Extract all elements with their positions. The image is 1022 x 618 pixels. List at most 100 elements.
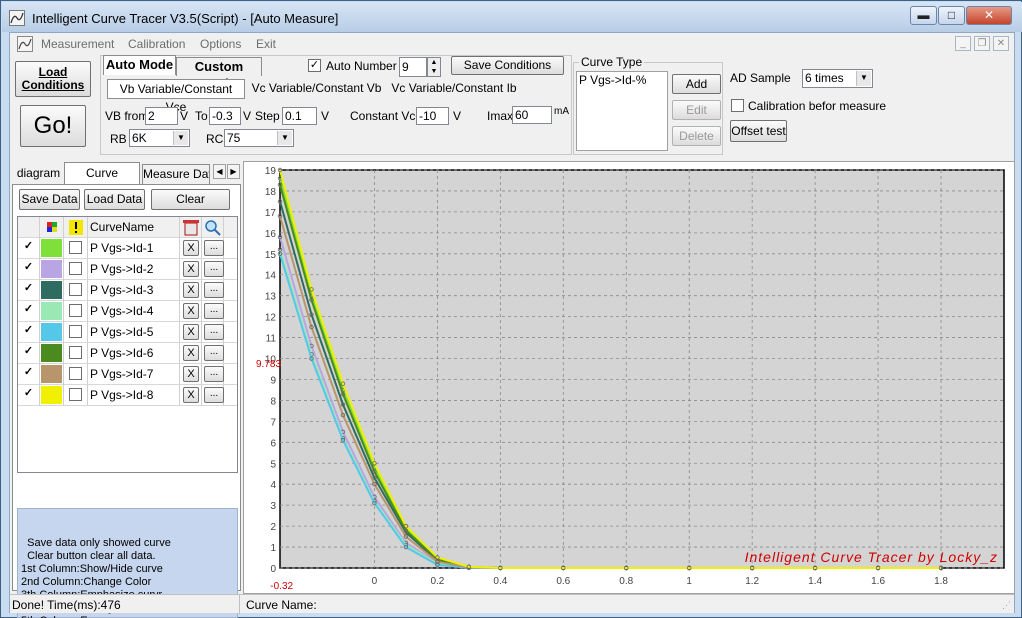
jump-to-data-button[interactable]: ... <box>204 387 224 403</box>
jump-to-data-button[interactable]: ... <box>204 366 224 382</box>
color-cell[interactable] <box>40 238 64 259</box>
show-cell[interactable]: ✓ <box>18 364 40 385</box>
load-data-button[interactable]: Load Data <box>84 189 145 210</box>
clear-button[interactable]: Clear <box>151 189 230 210</box>
curve-chart[interactable]: 0123456789101112131415161718190 0.2 0.4 0.6… <box>244 162 1014 593</box>
menu-exit[interactable]: Exit <box>256 37 276 51</box>
emphasize-cell[interactable] <box>64 364 88 385</box>
curve-name-cell[interactable]: P Vgs->Id-3 <box>88 280 180 301</box>
constant-vce-input[interactable]: -10 <box>416 107 449 125</box>
show-cell[interactable]: ✓ <box>18 259 40 280</box>
delete-button[interactable]: Delete <box>672 126 721 146</box>
color-cell[interactable] <box>40 322 64 343</box>
show-checkbox[interactable]: ✓ <box>22 388 35 401</box>
calibration-checkbox[interactable] <box>731 99 744 112</box>
maximize-button[interactable]: □ <box>938 6 965 25</box>
go-button[interactable]: Go! <box>20 105 86 147</box>
tab-curve-control[interactable]: Curve Control <box>64 162 140 200</box>
jump-to-data-button[interactable]: ... <box>204 282 224 298</box>
curve-name-cell[interactable]: P Vgs->Id-6 <box>88 343 180 364</box>
add-button[interactable]: Add <box>672 74 721 94</box>
tab-auto-mode[interactable]: Auto Mode <box>103 55 176 75</box>
auto-number-checkbox[interactable]: ✓ <box>308 59 321 72</box>
emphasize-cell[interactable] <box>64 343 88 364</box>
emphasize-cell[interactable] <box>64 280 88 301</box>
show-checkbox[interactable]: ✓ <box>22 241 35 254</box>
emphasize-checkbox[interactable] <box>69 262 82 275</box>
color-swatch[interactable] <box>41 239 62 257</box>
vb-from-input[interactable]: 2 <box>145 107 178 125</box>
erase-curve-button[interactable]: X <box>183 345 199 361</box>
tab-vb-variable[interactable]: Vb Variable/Constant Vce <box>107 79 245 114</box>
color-swatch[interactable] <box>41 281 62 299</box>
minimize-button[interactable]: ▬ <box>910 6 937 25</box>
erase-curve-button[interactable]: X <box>183 366 199 382</box>
save-data-button[interactable]: Save Data <box>19 189 80 210</box>
show-cell[interactable]: ✓ <box>18 385 40 406</box>
table-row[interactable]: ✓ P Vgs->Id-2 X... <box>18 259 237 280</box>
color-cell[interactable] <box>40 364 64 385</box>
auto-number-spinner[interactable]: ▲ ▼ <box>427 57 441 77</box>
curve-name-cell[interactable]: P Vgs->Id-8 <box>88 385 180 406</box>
rb-select[interactable]: 6K ▼ <box>129 129 190 147</box>
title-bar[interactable]: Intelligent Curve Tracer V3.5(Script) - … <box>2 2 1022 32</box>
tab-scroll-left-button[interactable]: ◀ <box>213 164 226 179</box>
mdi-restore-button[interactable]: ❐ <box>974 36 990 51</box>
close-button[interactable]: ✕ <box>966 6 1012 25</box>
menu-options[interactable]: Options <box>200 37 241 51</box>
emphasize-cell[interactable] <box>64 385 88 406</box>
table-row[interactable]: ✓ P Vgs->Id-7 X... <box>18 364 237 385</box>
color-cell[interactable] <box>40 301 64 322</box>
erase-curve-button[interactable]: X <box>183 324 199 340</box>
emphasize-checkbox[interactable] <box>69 388 82 401</box>
emphasize-cell[interactable] <box>64 322 88 343</box>
tab-custom-mode[interactable]: Custom Mode <box>176 57 262 91</box>
erase-curve-button[interactable]: X <box>183 240 199 256</box>
jump-to-data-button[interactable]: ... <box>204 345 224 361</box>
load-conditions-button[interactable]: Load Conditions <box>15 61 91 97</box>
color-swatch[interactable] <box>41 365 62 383</box>
rc-select[interactable]: 75 ▼ <box>224 129 294 147</box>
color-cell[interactable] <box>40 343 64 364</box>
edit-button[interactable]: Edit <box>672 100 721 120</box>
table-row[interactable]: ✓ P Vgs->Id-6 X... <box>18 343 237 364</box>
show-checkbox[interactable]: ✓ <box>22 283 35 296</box>
curve-name-cell[interactable]: P Vgs->Id-4 <box>88 301 180 322</box>
jump-to-data-button[interactable]: ... <box>204 261 224 277</box>
show-cell[interactable]: ✓ <box>18 301 40 322</box>
show-cell[interactable]: ✓ <box>18 322 40 343</box>
tab-vc-variable-ib[interactable]: Vc Variable/Constant Ib <box>389 80 519 99</box>
tab-diagram[interactable]: diagram <box>15 164 62 184</box>
tab-vc-variable-vb[interactable]: Vc Variable/Constant Vb <box>250 80 383 99</box>
emphasize-checkbox[interactable] <box>69 241 82 254</box>
erase-curve-button[interactable]: X <box>183 303 199 319</box>
mdi-close-button[interactable]: ✕ <box>993 36 1009 51</box>
table-row[interactable]: ✓ P Vgs->Id-4 X... <box>18 301 237 322</box>
auto-number-input[interactable]: 9 <box>399 57 427 77</box>
tab-scroll-right-button[interactable]: ▶ <box>227 164 240 179</box>
show-checkbox[interactable]: ✓ <box>22 262 35 275</box>
color-swatch[interactable] <box>41 344 62 362</box>
show-checkbox[interactable]: ✓ <box>22 325 35 338</box>
show-cell[interactable]: ✓ <box>18 343 40 364</box>
to-input[interactable]: -0.3 <box>209 107 241 125</box>
jump-to-data-button[interactable]: ... <box>204 303 224 319</box>
curve-type-list[interactable]: P Vgs->Id-% <box>576 71 668 151</box>
save-conditions-button[interactable]: Save Conditions <box>451 56 564 75</box>
color-swatch[interactable] <box>41 302 62 320</box>
menu-calibration[interactable]: Calibration <box>128 37 185 51</box>
curve-name-cell[interactable]: P Vgs->Id-7 <box>88 364 180 385</box>
mdi-minimize-button[interactable]: _ <box>955 36 971 51</box>
emphasize-checkbox[interactable] <box>69 283 82 296</box>
show-cell[interactable]: ✓ <box>18 238 40 259</box>
color-swatch[interactable] <box>41 260 62 278</box>
table-row[interactable]: ✓ P Vgs->Id-8 X... <box>18 385 237 406</box>
emphasize-cell[interactable] <box>64 301 88 322</box>
curve-name-cell[interactable]: P Vgs->Id-1 <box>88 238 180 259</box>
jump-to-data-button[interactable]: ... <box>204 324 224 340</box>
erase-curve-button[interactable]: X <box>183 261 199 277</box>
color-swatch[interactable] <box>41 323 62 341</box>
emphasize-checkbox[interactable] <box>69 304 82 317</box>
color-cell[interactable] <box>40 259 64 280</box>
curve-name-cell[interactable]: P Vgs->Id-5 <box>88 322 180 343</box>
